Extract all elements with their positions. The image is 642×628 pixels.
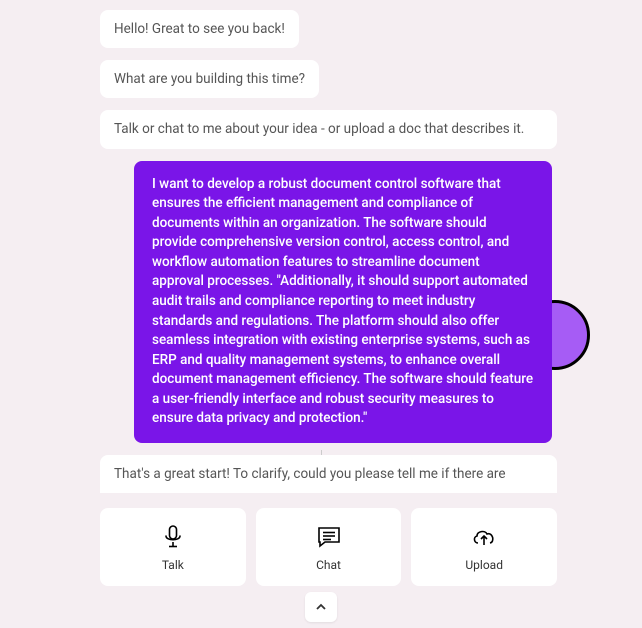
chevron-up-icon — [315, 603, 327, 611]
chat-label: Chat — [316, 558, 341, 572]
bot-message: What are you building this time? — [100, 60, 319, 98]
input-bar: Talk Chat Upload — [100, 508, 557, 586]
upload-cloud-icon — [471, 524, 497, 550]
chat-container: Hello! Great to see you back! What are y… — [0, 0, 642, 628]
microphone-icon — [160, 524, 186, 550]
upload-label: Upload — [465, 558, 503, 572]
bot-message: Hello! Great to see you back! — [100, 10, 299, 48]
chat-button[interactable]: Chat — [256, 508, 402, 586]
bot-message: That's a great start! To clarify, could … — [100, 455, 557, 493]
upload-button[interactable]: Upload — [411, 508, 557, 586]
bot-message: Talk or chat to me about your idea - or … — [100, 110, 557, 148]
talk-button[interactable]: Talk — [100, 508, 246, 586]
collapse-button[interactable] — [305, 592, 337, 622]
chat-icon — [316, 524, 342, 550]
user-message: I want to develop a robust document cont… — [134, 161, 552, 443]
talk-label: Talk — [162, 558, 184, 572]
